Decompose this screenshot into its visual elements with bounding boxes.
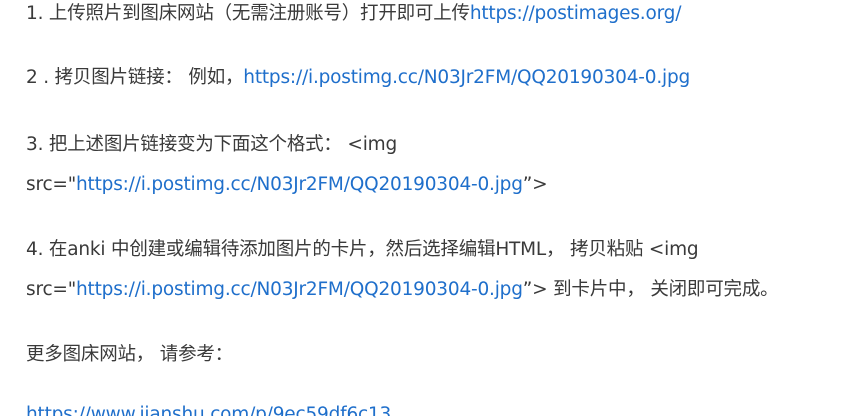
step-3-src-suffix: ”> [522,174,548,195]
step-3: 3. 把上述图片链接变为下面这个格式： <img [26,131,397,159]
step-3-text: 3. 把上述图片链接变为下面这个格式： <img [26,134,398,155]
article-body: 1. 上传照片到图床网站（无需注册账号）打开即可上传https://postim… [0,0,845,416]
step-4-src-line: src="https://i.postimg.cc/N03Jr2FM/QQ201… [26,276,779,304]
step-4-src-suffix: ”> 到卡片中， 关闭即可完成。 [522,279,779,300]
step-1-text: 1. 上传照片到图床网站（无需注册账号）打开即可上传 [26,3,470,24]
example-image-link[interactable]: https://i.postimg.cc/N03Jr2FM/QQ20190304… [243,67,690,88]
more-hosts-text: 更多图床网站， 请参考： [26,344,233,365]
more-hosts-link-line: https://www.jianshu.com/p/9ec59df6c13 [26,401,391,416]
step-3-src-prefix: src=" [26,174,77,195]
step-2-text: 2 . 拷贝图片链接： 例如， [26,67,244,88]
step-3-src-line: src="https://i.postimg.cc/N03Jr2FM/QQ201… [26,171,548,199]
postimages-link[interactable]: https://postimages.org/ [470,3,682,24]
step-1: 1. 上传照片到图床网站（无需注册账号）打开即可上传https://postim… [26,0,681,28]
step-2: 2 . 拷贝图片链接： 例如，https://i.postimg.cc/N03J… [26,64,690,92]
step-4-image-link[interactable]: https://i.postimg.cc/N03Jr2FM/QQ20190304… [76,279,523,300]
more-hosts: 更多图床网站， 请参考： [26,341,233,369]
jianshu-link[interactable]: https://www.jianshu.com/p/9ec59df6c13 [26,404,391,416]
step-3-image-link[interactable]: https://i.postimg.cc/N03Jr2FM/QQ20190304… [76,174,523,195]
step-4-src-prefix: src=" [26,279,77,300]
step-4-text: 4. 在anki 中创建或编辑待添加图片的卡片，然后选择编辑HTML， 拷贝粘贴… [26,239,699,260]
step-4: 4. 在anki 中创建或编辑待添加图片的卡片，然后选择编辑HTML， 拷贝粘贴… [26,236,699,264]
